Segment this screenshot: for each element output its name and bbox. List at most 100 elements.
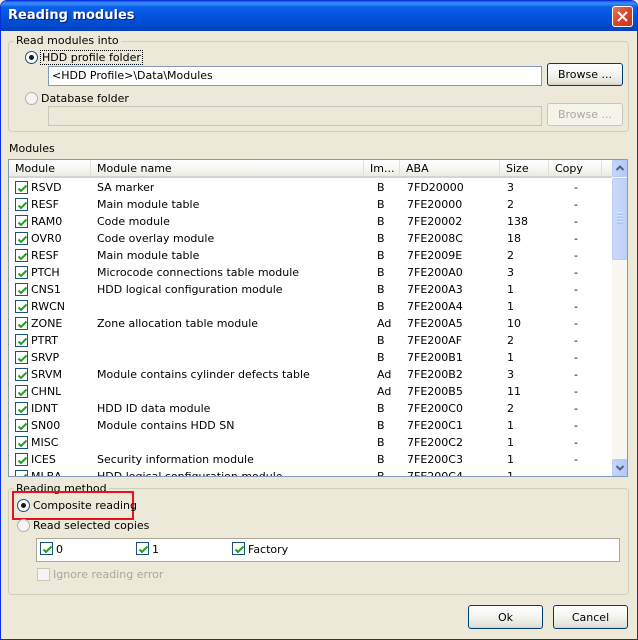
database-folder-radio[interactable] xyxy=(25,92,38,105)
cell-copy: - xyxy=(574,419,578,432)
read-selected-copies-label[interactable]: Read selected copies xyxy=(33,519,149,532)
title-bar[interactable]: Reading modules xyxy=(1,1,637,31)
copy-0-label[interactable]: 0 xyxy=(56,543,63,556)
cell-im: B xyxy=(377,453,385,466)
cell-size: 2 xyxy=(507,198,514,211)
cell-module: RAM0 xyxy=(31,215,63,228)
composite-reading-label[interactable]: Composite reading xyxy=(33,499,137,512)
hdd-profile-path-field[interactable]: <HDD Profile>\Data\Modules xyxy=(48,66,542,86)
cell-aba: 7FE200C0 xyxy=(407,402,463,415)
copy-factory-checkbox[interactable] xyxy=(232,542,245,555)
table-row[interactable]: MISC B 7FE200C2 1 - xyxy=(9,434,612,451)
row-checkbox[interactable] xyxy=(15,334,28,347)
check-icon xyxy=(17,337,28,346)
check-icon xyxy=(17,235,28,244)
table-row[interactable]: IDNT HDD ID data module B 7FE200C0 2 - xyxy=(9,400,612,417)
column-header-module-name[interactable]: Module name xyxy=(91,160,364,177)
column-header-module[interactable]: Module xyxy=(9,160,91,177)
row-checkbox[interactable] xyxy=(15,181,28,194)
cell-module: OVR0 xyxy=(31,232,62,245)
row-checkbox[interactable] xyxy=(15,402,28,415)
cell-copy: - xyxy=(574,368,578,381)
cell-size: 2 xyxy=(507,334,514,347)
cell-size: 11 xyxy=(507,385,521,398)
row-checkbox[interactable] xyxy=(15,470,28,476)
modules-label: Modules xyxy=(9,142,55,155)
row-checkbox[interactable] xyxy=(15,232,28,245)
table-row[interactable]: RAM0 Code module B 7FE20002 138 - xyxy=(9,213,612,230)
cell-aba: 7FE2008C xyxy=(407,232,463,245)
cell-module-name: Module contains HDD SN xyxy=(97,419,235,432)
copy-1-checkbox[interactable] xyxy=(136,542,149,555)
scroll-down-button[interactable] xyxy=(612,459,627,476)
check-icon xyxy=(17,439,28,448)
row-checkbox[interactable] xyxy=(15,419,28,432)
cell-im: B xyxy=(377,198,385,211)
table-row[interactable]: RSVD SA marker B 7FD20000 3 - xyxy=(9,179,612,196)
row-checkbox[interactable] xyxy=(15,283,28,296)
copy-0-checkbox[interactable] xyxy=(40,542,53,555)
cell-module-name: Code module xyxy=(97,215,170,228)
browse-hdd-profile-button[interactable]: Browse ... xyxy=(547,63,623,86)
modules-list[interactable]: Module Module name Im... ABA Size Copy R… xyxy=(8,159,628,477)
column-header-aba[interactable]: ABA xyxy=(400,160,500,177)
table-row[interactable]: ZONE Zone allocation table module Ad 7FE200… xyxy=(9,315,612,332)
table-row[interactable]: CHNL Ad 7FE200B5 11 - xyxy=(9,383,612,400)
row-checkbox[interactable] xyxy=(15,453,28,466)
row-checkbox[interactable] xyxy=(15,385,28,398)
scroll-up-button[interactable] xyxy=(612,160,627,177)
check-icon xyxy=(17,422,28,431)
cell-module: SRVM xyxy=(31,368,63,381)
column-header-im[interactable]: Im... xyxy=(364,160,400,177)
table-row[interactable]: RWCN B 7FE200A4 1 - xyxy=(9,298,612,315)
cell-im: B xyxy=(377,468,385,476)
hdd-profile-radio[interactable] xyxy=(25,51,38,64)
vertical-scrollbar[interactable] xyxy=(612,160,627,476)
table-row[interactable]: PTCH Microcode connections table module B 7… xyxy=(9,264,612,281)
table-row[interactable]: SRVP B 7FE200B1 1 - xyxy=(9,349,612,366)
table-row[interactable]: OVR0 Code overlay module B 7FE2008C 18 - xyxy=(9,230,612,247)
row-checkbox[interactable] xyxy=(15,436,28,449)
close-button[interactable] xyxy=(612,6,633,27)
composite-reading-radio[interactable] xyxy=(17,499,30,512)
check-icon xyxy=(17,320,28,329)
cell-size: 18 xyxy=(507,232,521,245)
row-checkbox[interactable] xyxy=(15,198,28,211)
cell-aba: 7FE200B2 xyxy=(407,368,463,381)
row-checkbox[interactable] xyxy=(15,249,28,262)
cell-module: CHNL xyxy=(31,385,62,398)
database-folder-label[interactable]: Database folder xyxy=(41,92,129,105)
cancel-button[interactable]: Cancel xyxy=(553,605,628,629)
cell-module-name: Microcode connections table module xyxy=(97,266,300,279)
copy-factory-label[interactable]: Factory xyxy=(248,543,288,556)
ignore-reading-error-label[interactable]: Ignore reading error xyxy=(53,568,163,581)
row-checkbox[interactable] xyxy=(15,368,28,381)
table-row[interactable]: PTRT B 7FE200AF 2 - xyxy=(9,332,612,349)
read-selected-copies-radio[interactable] xyxy=(17,519,30,532)
table-row[interactable]: RESF Main module table B 7FE20000 2 - xyxy=(9,196,612,213)
table-row[interactable]: RESF Main module table B 7FE2009E 2 - xyxy=(9,247,612,264)
table-row[interactable]: ICES Security information module B 7FE200C3… xyxy=(9,451,612,468)
column-header-size[interactable]: Size xyxy=(500,160,549,177)
copies-panel xyxy=(36,538,620,562)
scroll-thumb[interactable] xyxy=(612,178,627,260)
ignore-reading-error-checkbox[interactable] xyxy=(37,568,50,581)
row-checkbox[interactable] xyxy=(15,215,28,228)
table-row[interactable]: SN00 Module contains HDD SN B 7FE200C1 1 - xyxy=(9,417,612,434)
column-header-copy[interactable]: Copy xyxy=(549,160,602,177)
table-row[interactable]: CNS1 HDD logical configuration module B 7FE… xyxy=(9,281,612,298)
database-path-field[interactable] xyxy=(48,106,542,126)
ok-button[interactable]: Ok xyxy=(468,605,543,629)
browse-database-button[interactable]: Browse ... xyxy=(547,103,623,126)
cell-module: ICES xyxy=(31,453,56,466)
table-row[interactable]: SRVM Module contains cylinder defects tab… xyxy=(9,366,612,383)
row-checkbox[interactable] xyxy=(15,266,28,279)
table-row[interactable]: MLBA HDD logical configuration module B 7FE… xyxy=(9,468,612,476)
row-checkbox[interactable] xyxy=(15,317,28,330)
hdd-profile-label[interactable]: HDD profile folder xyxy=(40,50,143,65)
row-checkbox[interactable] xyxy=(15,351,28,364)
check-icon xyxy=(17,388,28,397)
row-checkbox[interactable] xyxy=(15,300,28,313)
copy-1-label[interactable]: 1 xyxy=(152,543,159,556)
cell-aba: 7FE200AF xyxy=(407,334,463,347)
